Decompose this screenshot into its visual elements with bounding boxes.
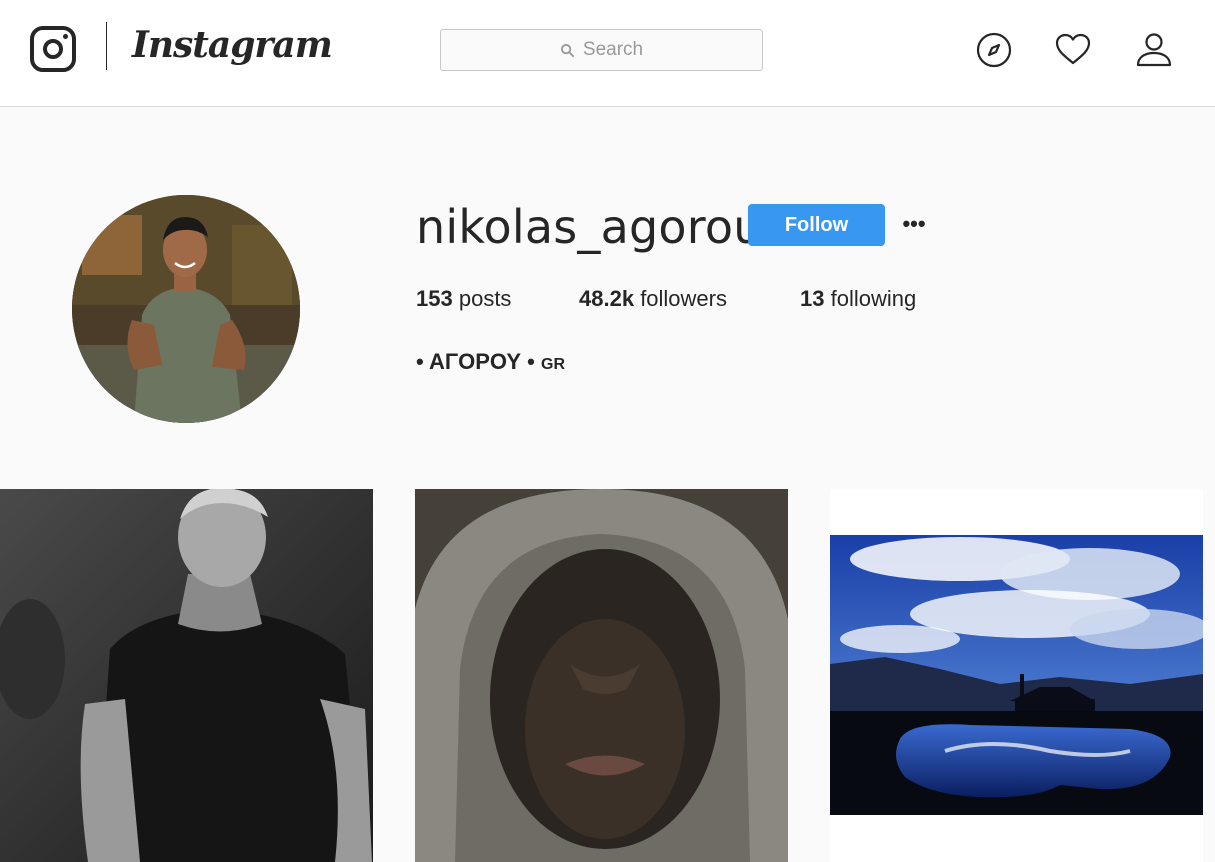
instagram-camera-icon[interactable] bbox=[30, 26, 76, 72]
stat-following[interactable]: 13 following bbox=[800, 286, 916, 312]
following-label: following bbox=[830, 286, 917, 311]
followers-count: 48.2k bbox=[579, 286, 635, 311]
profile-bio: • ΑΓΟΡΟΥ • GR bbox=[416, 349, 565, 375]
post-thumbnail[interactable] bbox=[830, 489, 1203, 862]
search-icon bbox=[560, 43, 574, 57]
post-photo-2 bbox=[415, 489, 788, 862]
profile-avatar[interactable] bbox=[72, 195, 300, 423]
profile-username: nikolas_agorou bbox=[416, 200, 763, 254]
post-thumbnail[interactable] bbox=[0, 489, 373, 862]
person-icon[interactable] bbox=[1134, 30, 1174, 70]
logo-divider bbox=[106, 22, 107, 70]
search-placeholder: Search bbox=[582, 39, 644, 60]
post-thumbnail[interactable] bbox=[415, 489, 788, 862]
following-count: 13 bbox=[800, 286, 825, 311]
heart-icon[interactable] bbox=[1053, 30, 1093, 70]
avatar-photo bbox=[72, 195, 300, 423]
posts-label: posts bbox=[458, 286, 512, 311]
post-photo-1 bbox=[0, 489, 373, 862]
stat-posts: 153 posts bbox=[416, 286, 511, 312]
follow-button[interactable]: Follow bbox=[748, 204, 885, 246]
post-photo-3 bbox=[830, 489, 1203, 862]
top-navigation-bar: Instagram Search bbox=[0, 0, 1215, 107]
compass-icon[interactable] bbox=[974, 30, 1014, 70]
instagram-wordmark[interactable]: Instagram bbox=[132, 20, 333, 70]
bio-main: • ΑΓΟΡΟΥ • bbox=[416, 349, 535, 374]
more-options-button[interactable]: ••• bbox=[900, 212, 928, 236]
stat-followers[interactable]: 48.2k followers bbox=[579, 286, 727, 312]
search-input[interactable]: Search bbox=[440, 29, 763, 71]
bio-country: GR bbox=[541, 356, 566, 373]
followers-label: followers bbox=[640, 286, 727, 311]
posts-count: 153 bbox=[416, 286, 453, 311]
